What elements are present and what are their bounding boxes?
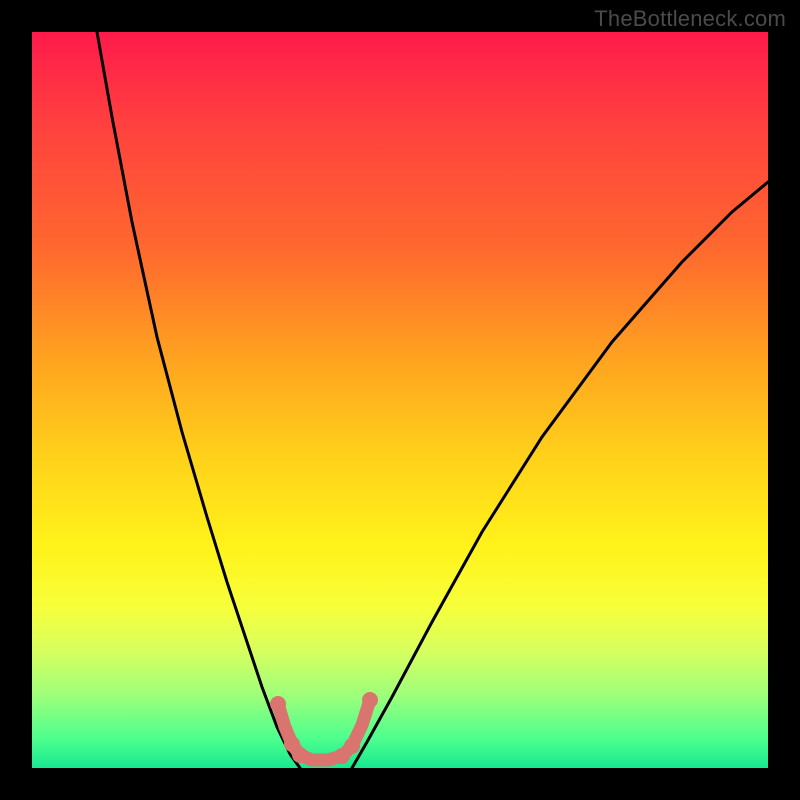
curve-layer — [32, 32, 768, 768]
valley-dot — [270, 696, 286, 712]
right-curve — [352, 182, 768, 768]
left-curve — [97, 32, 300, 768]
valley-dot — [344, 738, 360, 754]
plot-area — [32, 32, 768, 768]
valley-dot — [362, 692, 378, 708]
valley-dot — [292, 747, 308, 763]
chart-frame: TheBottleneck.com — [0, 0, 800, 800]
watermark-text: TheBottleneck.com — [594, 6, 786, 32]
